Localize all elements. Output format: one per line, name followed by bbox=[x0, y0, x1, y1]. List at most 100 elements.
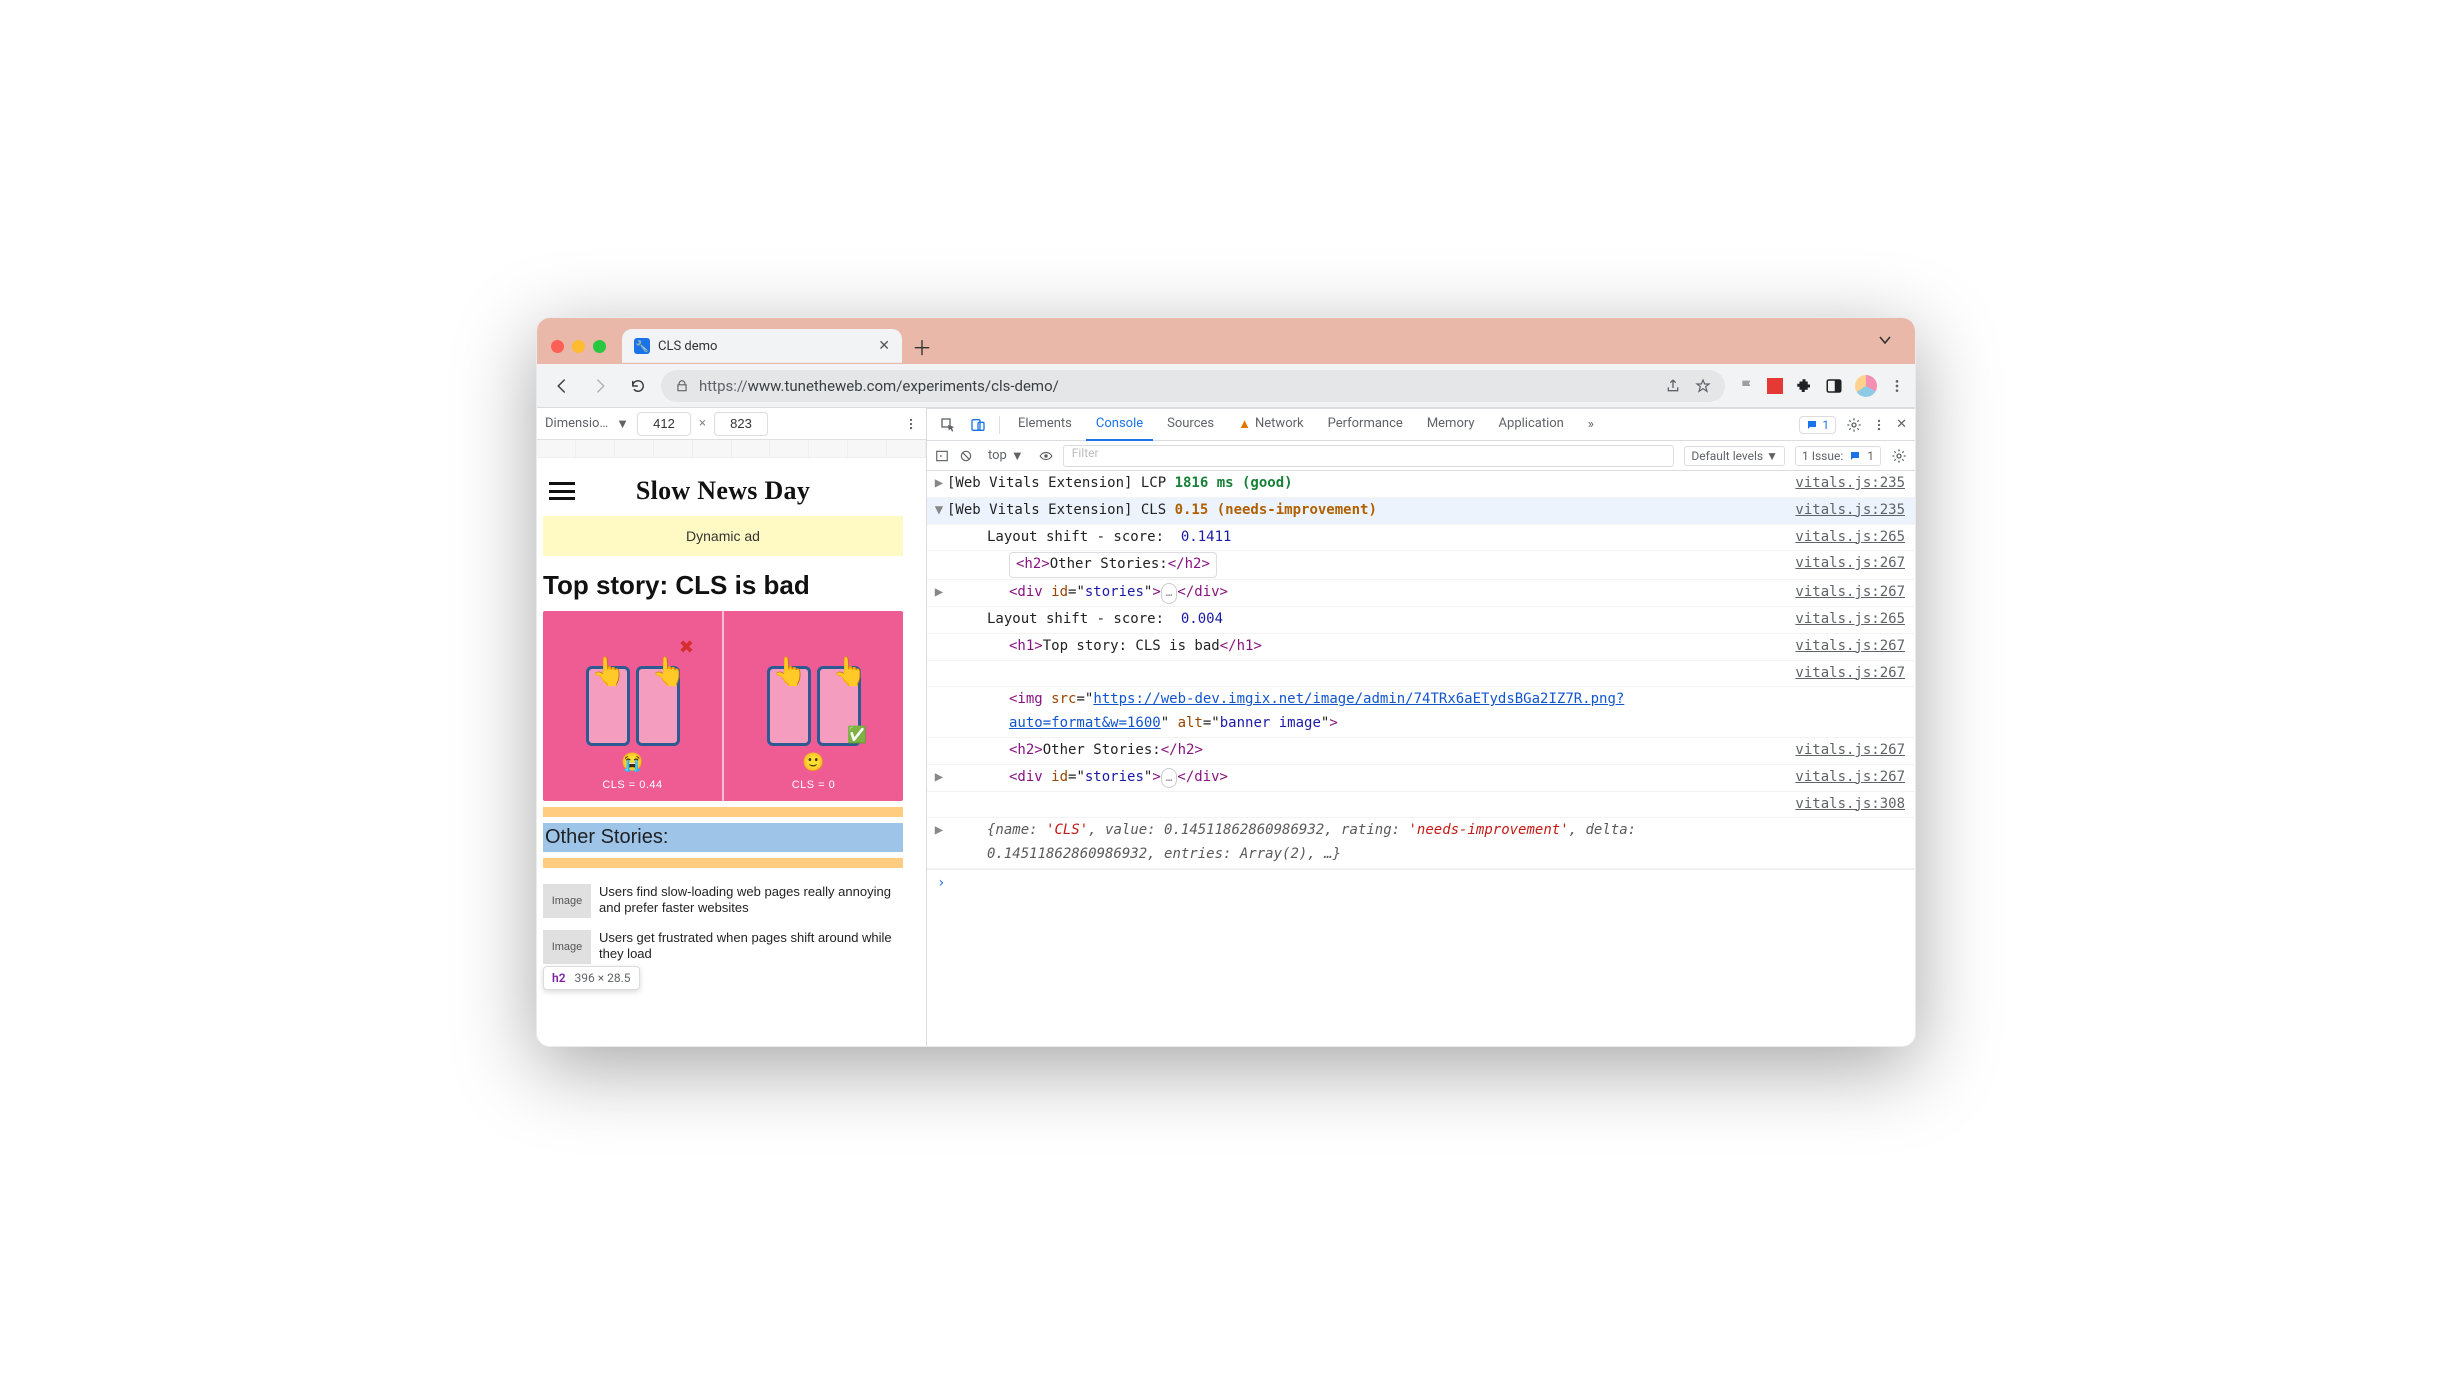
story-image-placeholder: Image bbox=[543, 884, 591, 918]
source-location-link[interactable]: vitals.js:267 bbox=[1765, 766, 1905, 790]
story-text: Users get frustrated when pages shift ar… bbox=[599, 930, 903, 964]
source-location-link[interactable]: vitals.js:267 bbox=[1765, 662, 1905, 686]
bookmark-star-icon[interactable] bbox=[1695, 378, 1711, 394]
warning-icon: ▲ bbox=[1238, 416, 1251, 432]
chrome-menu-icon[interactable] bbox=[1889, 378, 1905, 394]
extensions-puzzle-icon[interactable] bbox=[1795, 377, 1813, 395]
window-close-icon[interactable] bbox=[551, 340, 564, 353]
console-message: [Web Vitals Extension] CLS 0.15 (needs-i… bbox=[947, 499, 1765, 523]
window-minimize-icon[interactable] bbox=[572, 340, 585, 353]
cls-left-caption: CLS = 0.44 bbox=[602, 779, 662, 791]
settings-icon[interactable] bbox=[1846, 417, 1862, 433]
other-stories-heading: Other Stories: bbox=[543, 823, 903, 852]
toggle-device-icon[interactable] bbox=[965, 412, 991, 438]
device-height-input[interactable] bbox=[714, 412, 768, 436]
demo-site: Slow News Day Dynamic ad Top story: CLS … bbox=[543, 464, 903, 970]
disclosure-arrow-icon[interactable]: ▶ bbox=[931, 766, 947, 790]
tab-network[interactable]: ▲Network bbox=[1228, 409, 1313, 441]
top-story-heading: Top story: CLS is bad bbox=[543, 566, 903, 611]
device-more-icon[interactable] bbox=[904, 417, 918, 431]
disclosure-arrow-icon[interactable]: ▼ bbox=[931, 499, 947, 523]
console-filter-input[interactable]: Filter bbox=[1063, 445, 1675, 467]
nav-back-button[interactable] bbox=[547, 371, 577, 401]
source-location-link[interactable]: vitals.js:267 bbox=[1765, 739, 1905, 763]
console-row[interactable]: ▼[Web Vitals Extension] CLS 0.15 (needs-… bbox=[927, 498, 1915, 525]
devtools-close-icon[interactable]: ✕ bbox=[1896, 417, 1907, 432]
devtools-menu-icon[interactable] bbox=[1872, 418, 1886, 432]
console-message: <h2>Other Stories:</h2> bbox=[947, 552, 1765, 578]
smile-emoji-icon: 🙂 bbox=[802, 752, 824, 773]
issues-counter[interactable]: 1 Issue: 1 bbox=[1795, 446, 1881, 466]
disclosure-arrow-icon[interactable]: ▶ bbox=[931, 472, 947, 496]
more-tabs-icon[interactable]: » bbox=[1578, 412, 1604, 438]
address-bar[interactable]: https://www.tunetheweb.com/experiments/c… bbox=[661, 370, 1725, 402]
window-dropdown-icon[interactable] bbox=[1877, 332, 1893, 348]
times-separator: × bbox=[699, 416, 706, 431]
tab-elements[interactable]: Elements bbox=[1008, 409, 1082, 441]
console-message: {name: 'CLS', value: 0.14511862860986932… bbox=[947, 819, 1765, 867]
nav-reload-button[interactable] bbox=[623, 371, 653, 401]
share-icon[interactable] bbox=[1665, 378, 1681, 394]
new-tab-button[interactable]: ＋ bbox=[912, 332, 932, 361]
log-levels-dropdown[interactable]: Default levels ▼ bbox=[1684, 446, 1785, 466]
stories-list: Image Users find slow-loading web pages … bbox=[543, 878, 903, 970]
console-message: <img src="https://web-dev.imgix.net/imag… bbox=[947, 688, 1765, 736]
dimensions-caret-icon[interactable]: ▼ bbox=[616, 416, 629, 432]
source-location-link[interactable]: vitals.js:235 bbox=[1765, 472, 1905, 496]
source-location-link[interactable]: vitals.js:267 bbox=[1765, 552, 1905, 576]
issue-info-icon bbox=[1849, 450, 1861, 462]
title-bar: 🔧 CLS demo ✕ ＋ bbox=[537, 318, 1915, 364]
check-icon: ✅ bbox=[847, 725, 867, 745]
window-zoom-icon[interactable] bbox=[593, 340, 606, 353]
side-panel-icon[interactable] bbox=[1825, 377, 1843, 395]
console-message: Layout shift - score: 0.1411 bbox=[947, 526, 1765, 550]
cls-right-caption: CLS = 0 bbox=[792, 779, 836, 791]
story-image-placeholder: Image bbox=[543, 930, 591, 964]
console-row[interactable]: vitals.js:308 bbox=[927, 792, 1915, 819]
source-location-link[interactable]: vitals.js:265 bbox=[1765, 608, 1905, 632]
console-row[interactable]: ▶{name: 'CLS', value: 0.1451186286098693… bbox=[927, 818, 1915, 869]
profile-avatar-icon[interactable] bbox=[1855, 375, 1877, 397]
tab-favicon-icon: 🔧 bbox=[634, 338, 650, 354]
inspect-element-icon[interactable] bbox=[935, 412, 961, 438]
clear-console-icon[interactable] bbox=[959, 449, 973, 463]
console-row[interactable]: ▶<div id="stories">…</div>vitals.js:267 bbox=[927, 765, 1915, 792]
tab-console[interactable]: Console bbox=[1086, 409, 1153, 441]
device-width-input[interactable] bbox=[637, 412, 691, 436]
hamburger-icon[interactable] bbox=[549, 482, 575, 500]
console-settings-icon[interactable] bbox=[1891, 448, 1907, 464]
console-row[interactable]: Layout shift - score: 0.004vitals.js:265 bbox=[927, 607, 1915, 634]
console-row[interactable]: <h2>Other Stories:</h2>vitals.js:267 bbox=[927, 738, 1915, 765]
source-location-link[interactable]: vitals.js:308 bbox=[1765, 793, 1905, 817]
browser-tab[interactable]: 🔧 CLS demo ✕ bbox=[622, 329, 902, 363]
nav-forward-button[interactable] bbox=[585, 371, 615, 401]
tab-performance[interactable]: Performance bbox=[1318, 409, 1413, 441]
source-location-link[interactable]: vitals.js:267 bbox=[1765, 581, 1905, 605]
disclosure-arrow-icon[interactable]: ▶ bbox=[931, 581, 947, 605]
console-sidebar-toggle-icon[interactable] bbox=[935, 449, 949, 463]
flag-icon[interactable] bbox=[1739, 378, 1755, 394]
source-location-link[interactable]: vitals.js:265 bbox=[1765, 526, 1905, 550]
context-selector[interactable]: top ▼ bbox=[983, 447, 1029, 465]
disclosure-arrow-icon[interactable]: ▶ bbox=[931, 819, 947, 843]
source-location-link[interactable]: vitals.js:235 bbox=[1765, 499, 1905, 523]
tab-sources[interactable]: Sources bbox=[1157, 409, 1224, 441]
console-row[interactable]: ▶[Web Vitals Extension] LCP 1816 ms (goo… bbox=[927, 471, 1915, 498]
live-expression-icon[interactable] bbox=[1039, 449, 1053, 463]
console-prompt[interactable]: › bbox=[927, 869, 1915, 898]
device-viewport: Slow News Day Dynamic ad Top story: CLS … bbox=[537, 458, 926, 1046]
lock-icon bbox=[675, 379, 689, 393]
issues-pill[interactable]: 1 bbox=[1799, 416, 1836, 434]
extension-recorder-icon[interactable] bbox=[1767, 378, 1783, 394]
console-row[interactable]: vitals.js:267 bbox=[927, 661, 1915, 688]
console-row[interactable]: <h1>Top story: CLS is bad</h1>vitals.js:… bbox=[927, 634, 1915, 661]
source-location-link[interactable]: vitals.js:267 bbox=[1765, 635, 1905, 659]
console-row[interactable]: <h2>Other Stories:</h2>vitals.js:267 bbox=[927, 551, 1915, 580]
console-row[interactable]: ▶<div id="stories">…</div>vitals.js:267 bbox=[927, 580, 1915, 607]
console-output[interactable]: ▶[Web Vitals Extension] LCP 1816 ms (goo… bbox=[927, 471, 1915, 1046]
tab-memory[interactable]: Memory bbox=[1417, 409, 1485, 441]
tab-close-icon[interactable]: ✕ bbox=[878, 338, 890, 354]
console-row[interactable]: <img src="https://web-dev.imgix.net/imag… bbox=[927, 687, 1915, 738]
tab-application[interactable]: Application bbox=[1489, 409, 1574, 441]
console-row[interactable]: Layout shift - score: 0.1411vitals.js:26… bbox=[927, 525, 1915, 552]
